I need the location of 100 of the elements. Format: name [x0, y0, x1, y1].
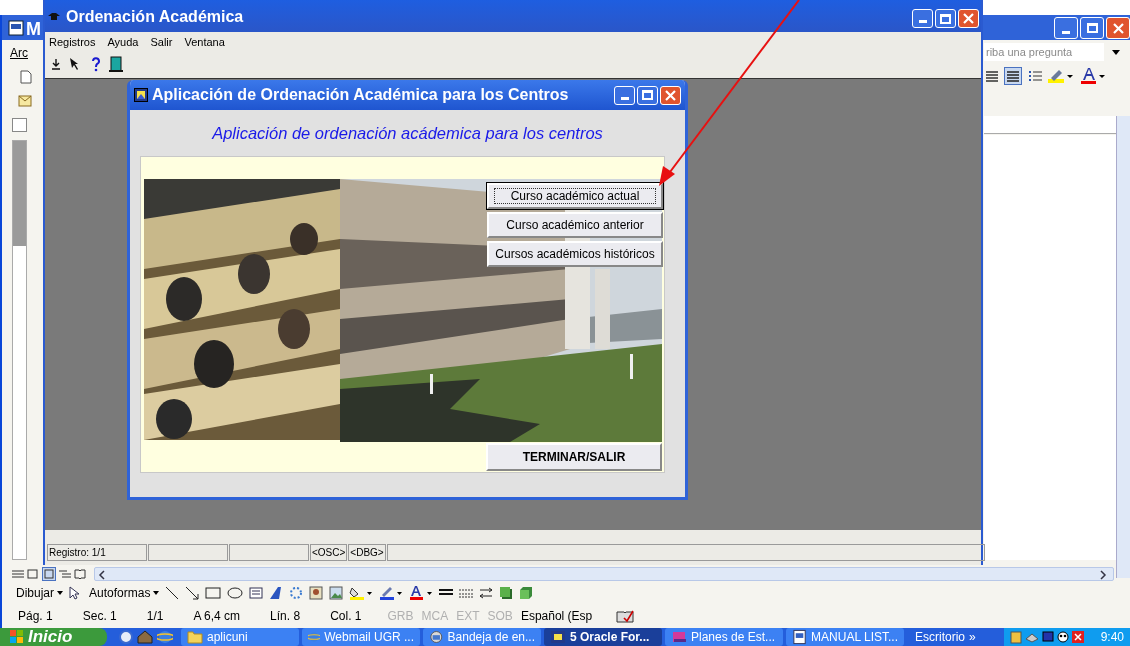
- menu-item[interactable]: Registros: [49, 33, 96, 51]
- language-indicator: Español (Esp: [519, 608, 594, 625]
- taskbar-button[interactable]: Webmail UGR ...: [302, 628, 420, 646]
- status-field: Col. 1: [322, 607, 370, 625]
- browser-icon[interactable]: [119, 630, 133, 644]
- print-view-icon[interactable]: [42, 567, 56, 581]
- mode-indicator: GRB: [386, 608, 415, 625]
- fill-color-icon[interactable]: [349, 585, 374, 601]
- font-color-icon[interactable]: [1080, 67, 1106, 85]
- heading: Aplicación de ordenación acádemica para los centros: [212, 122, 603, 144]
- arrow-style-icon[interactable]: [479, 587, 494, 599]
- minimize-button[interactable]: [614, 85, 635, 105]
- windows-logo-icon: [10, 630, 24, 644]
- mode-indicator: <OSC>: [310, 544, 348, 561]
- dash-style-icon[interactable]: [459, 587, 474, 599]
- taskbar-button[interactable]: Planes de Est...: [665, 628, 783, 646]
- font-color-icon[interactable]: [409, 585, 434, 601]
- envelope-icon[interactable]: [18, 95, 32, 107]
- autoshapes-menu[interactable]: Autoformas: [89, 584, 160, 602]
- close-icon: [1112, 22, 1124, 34]
- clip-art-icon[interactable]: [309, 586, 324, 600]
- network-icon[interactable]: [1025, 631, 1039, 643]
- house-icon[interactable]: [137, 630, 153, 644]
- bullet-list-icon[interactable]: [1028, 70, 1042, 82]
- clock: 9:40: [1100, 629, 1124, 646]
- menu-button[interactable]: Cursos académicos históricos: [487, 241, 663, 267]
- document-icon: [792, 629, 808, 645]
- status-field: Sec. 1: [74, 607, 125, 625]
- app-icon: [134, 88, 148, 102]
- ellipse-icon[interactable]: [227, 586, 244, 600]
- download-icon[interactable]: [51, 58, 61, 70]
- app-icon: [550, 629, 566, 645]
- minimize-button[interactable]: [912, 9, 933, 28]
- new-document-icon[interactable]: [20, 70, 32, 84]
- shadow-icon[interactable]: [499, 586, 514, 600]
- close-button[interactable]: [958, 9, 979, 28]
- mode-indicator: <DBG>: [348, 544, 386, 561]
- arrow-icon[interactable]: [185, 586, 200, 600]
- close-button[interactable]: [1106, 17, 1130, 39]
- spelling-book-icon: [616, 609, 635, 623]
- word-icon: [8, 20, 24, 36]
- menu-item[interactable]: Salir: [150, 33, 173, 51]
- monitor-icon[interactable]: [1042, 631, 1054, 643]
- menu-button[interactable]: Curso académico actual: [487, 183, 663, 209]
- taskbar-button[interactable]: MANUAL LIST...: [786, 628, 904, 646]
- menu-item[interactable]: Ayuda: [107, 33, 139, 51]
- mode-indicator: MCA: [420, 608, 450, 625]
- image-icon[interactable]: [329, 586, 344, 600]
- line-color-icon[interactable]: [379, 585, 404, 601]
- door-icon[interactable]: [109, 56, 123, 72]
- rectangle-icon[interactable]: [205, 586, 222, 600]
- pointer-icon[interactable]: [69, 586, 79, 600]
- scroll-left-icon[interactable]: [98, 570, 106, 580]
- taskbar-button[interactable]: aplicuni: [181, 628, 299, 646]
- status-field: 1/1: [138, 607, 172, 625]
- highlighter-icon[interactable]: [1048, 68, 1074, 84]
- maximize-button[interactable]: [637, 85, 658, 105]
- wordart-icon[interactable]: [269, 586, 284, 600]
- more-chevron[interactable]: »: [969, 628, 976, 646]
- menu-item[interactable]: Arc: [10, 44, 28, 62]
- clipboard-icon[interactable]: [1010, 630, 1022, 644]
- diagram-icon[interactable]: [289, 586, 304, 600]
- taskbar-button[interactable]: 5 Oracle For...: [544, 628, 662, 646]
- reading-view-icon[interactable]: [74, 569, 86, 579]
- dropdown-arrow-icon[interactable]: [1112, 49, 1120, 55]
- close-icon[interactable]: [1072, 631, 1084, 643]
- close-icon: [963, 13, 974, 24]
- minimize-button[interactable]: [1054, 17, 1078, 39]
- app-icon: [48, 13, 60, 21]
- maximize-button[interactable]: [935, 9, 956, 28]
- ruler-corner: [12, 118, 27, 132]
- menu-item[interactable]: Ventana: [184, 33, 225, 51]
- exit-button[interactable]: TERMINAR/SALIR: [486, 443, 662, 471]
- text-box-icon[interactable]: [249, 586, 264, 600]
- align-left-icon[interactable]: [986, 70, 998, 82]
- scroll-right-icon[interactable]: [1099, 570, 1107, 580]
- horizontal-scrollbar[interactable]: [94, 567, 1114, 581]
- globe-icon[interactable]: [157, 629, 173, 645]
- caret-icon: [57, 591, 63, 595]
- help-icon[interactable]: [91, 56, 101, 72]
- window-title: Ordenación Académica: [66, 9, 244, 25]
- start-button[interactable]: Inicio: [0, 628, 107, 646]
- normal-view-icon[interactable]: [12, 569, 24, 579]
- mail-icon: [429, 629, 444, 645]
- 3d-icon[interactable]: [519, 586, 534, 600]
- justify-icon[interactable]: [1004, 67, 1022, 85]
- vertical-scrollbar[interactable]: [1116, 116, 1130, 578]
- status-field: A 6,4 cm: [185, 607, 249, 625]
- taskbar-button[interactable]: Bandeja de en...: [423, 628, 541, 646]
- web-view-icon[interactable]: [27, 569, 39, 579]
- close-button[interactable]: [660, 85, 681, 105]
- line-icon[interactable]: [165, 586, 180, 600]
- draw-menu[interactable]: Dibujar: [16, 584, 63, 602]
- mode-indicator: EXT: [455, 608, 481, 625]
- mode-indicator: SOB: [486, 608, 514, 625]
- ask-question-field[interactable]: riba una pregunta: [984, 43, 1104, 61]
- menu-button[interactable]: Curso académico anterior: [487, 212, 663, 238]
- panda-icon[interactable]: [1057, 631, 1069, 643]
- desktop-toolbar-label[interactable]: Escritorio: [915, 628, 965, 646]
- maximize-button[interactable]: [1080, 17, 1104, 39]
